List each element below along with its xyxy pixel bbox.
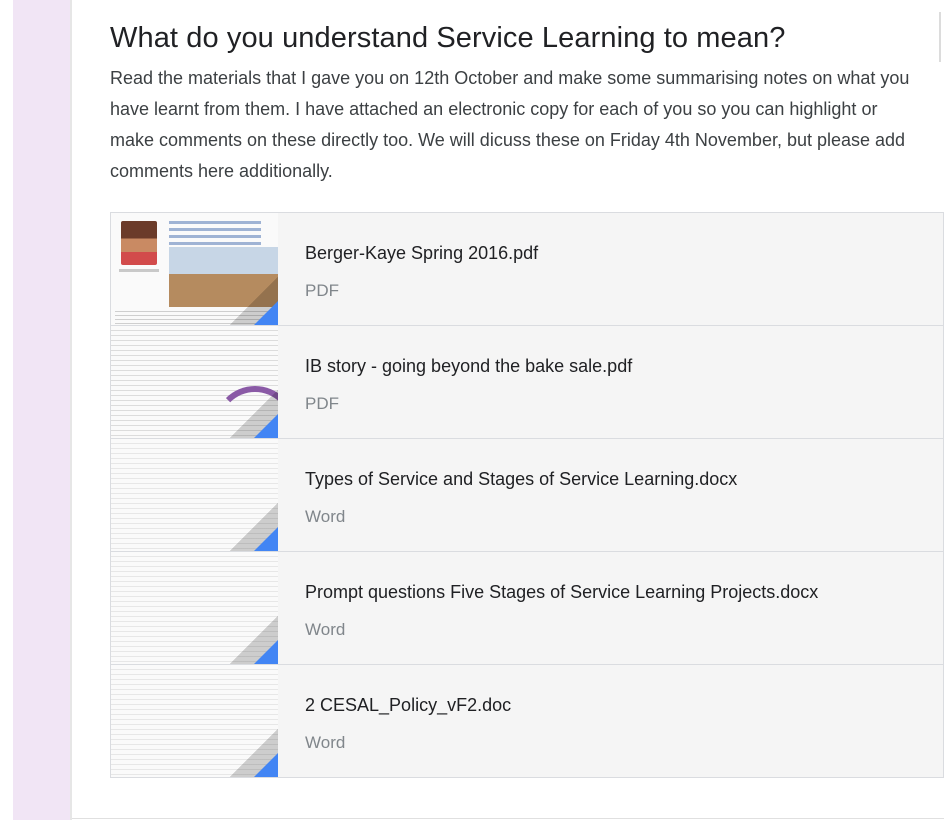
card-bottom-divider	[72, 818, 944, 819]
attachment-item[interactable]: 2 CESAL_Policy_vF2.doc Word	[110, 664, 944, 778]
scrollbar[interactable]	[939, 12, 941, 62]
file-type-corner-icon	[254, 414, 278, 438]
attachment-item[interactable]: Berger-Kaye Spring 2016.pdf PDF	[110, 212, 944, 325]
attachment-name[interactable]: Berger-Kaye Spring 2016.pdf	[305, 243, 538, 264]
file-type-corner-icon	[254, 753, 278, 777]
author-photo	[121, 221, 157, 265]
attachment-type: Word	[305, 507, 346, 526]
attachment-item[interactable]: Prompt questions Five Stages of Service …	[110, 551, 944, 664]
attachment-name[interactable]: 2 CESAL_Policy_vF2.doc	[305, 695, 511, 716]
file-type-corner-icon	[254, 640, 278, 664]
attachment-thumbnail[interactable]	[111, 326, 278, 438]
attachment-thumbnail[interactable]	[111, 665, 278, 777]
attachment-type: PDF	[305, 281, 339, 300]
file-type-corner-icon	[254, 301, 278, 325]
post-title: What do you understand Service Learning …	[110, 22, 786, 54]
attachment-thumbnail[interactable]	[111, 439, 278, 551]
photo-caption	[119, 269, 159, 272]
document-heading	[169, 221, 261, 245]
attachment-name[interactable]: Types of Service and Stages of Service L…	[305, 469, 737, 490]
file-type-corner-icon	[254, 527, 278, 551]
attachment-thumbnail[interactable]	[111, 552, 278, 664]
attachment-list: Berger-Kaye Spring 2016.pdf PDF IB story…	[110, 212, 944, 778]
attachment-type: PDF	[305, 394, 339, 413]
attachment-name[interactable]: Prompt questions Five Stages of Service …	[305, 582, 818, 603]
attachment-type: Word	[305, 733, 346, 752]
attachment-thumbnail[interactable]	[111, 213, 278, 325]
attachment-item[interactable]: Types of Service and Stages of Service L…	[110, 438, 944, 551]
attachment-name[interactable]: IB story - going beyond the bake sale.pd…	[305, 356, 632, 377]
attachment-item[interactable]: IB story - going beyond the bake sale.pd…	[110, 325, 944, 438]
card-border	[70, 0, 72, 820]
stream-left-band	[13, 0, 70, 820]
post-description: Read the materials that I gave you on 12…	[110, 68, 910, 181]
attachment-type: Word	[305, 620, 346, 639]
